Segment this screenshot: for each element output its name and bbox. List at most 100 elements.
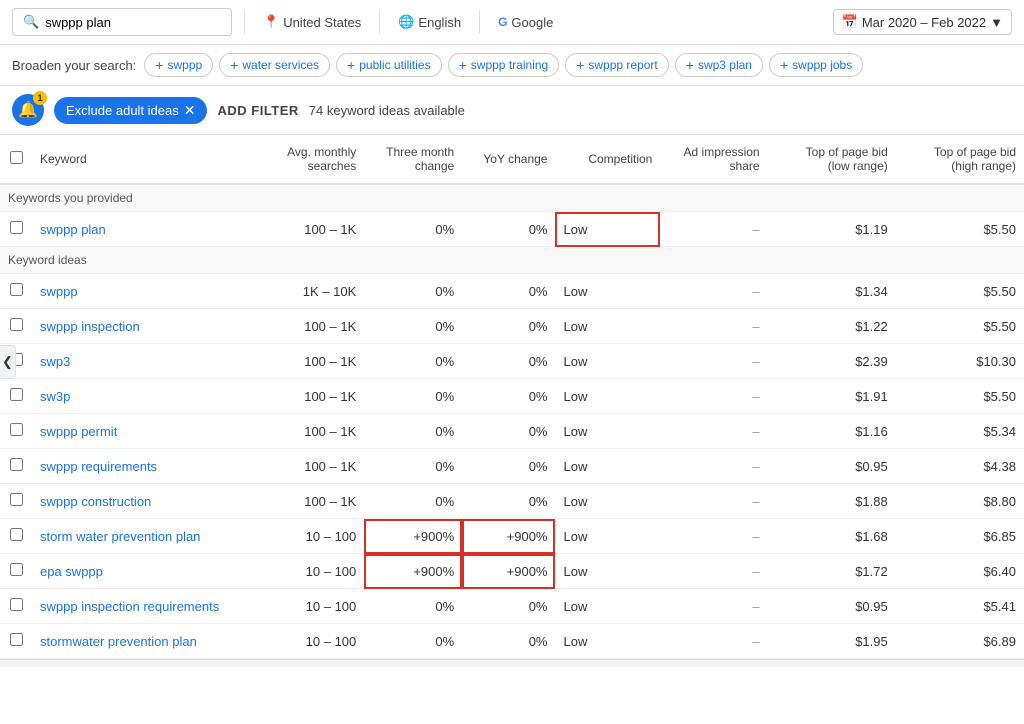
broaden-chip-swppp-training[interactable]: + swppp training: [448, 53, 560, 77]
row-checkbox[interactable]: [10, 493, 23, 506]
broaden-chip-swppp-jobs[interactable]: + swppp jobs: [769, 53, 863, 77]
competition-cell: Low: [555, 344, 660, 379]
search-engine-selector[interactable]: G Google: [492, 11, 559, 34]
row-checkbox-cell[interactable]: [0, 309, 32, 344]
competition-cell: Low: [555, 484, 660, 519]
bell-badge: 1: [33, 91, 47, 105]
avg-monthly-cell: 100 – 1K: [265, 484, 364, 519]
row-checkbox-cell[interactable]: [0, 379, 32, 414]
row-checkbox-cell[interactable]: [0, 589, 32, 624]
row-checkbox[interactable]: [10, 221, 23, 234]
keyword-cell: epa swppp: [32, 554, 265, 589]
col-header-three-month: Three monthchange: [364, 135, 462, 184]
avg-monthly-cell: 100 – 1K: [265, 309, 364, 344]
row-checkbox[interactable]: [10, 528, 23, 541]
yoy-cell: 0%: [462, 309, 555, 344]
broaden-chip-swppp[interactable]: + swppp: [144, 53, 213, 77]
ad-impression-cell: –: [660, 554, 767, 589]
keyword-cell: swppp inspection requirements: [32, 589, 265, 624]
competition-cell: Low: [555, 309, 660, 344]
keywords-count: 74 keyword ideas available: [309, 103, 465, 118]
date-range-label: Mar 2020 – Feb 2022: [862, 15, 986, 30]
language-icon: 🌐: [398, 14, 414, 30]
row-checkbox-cell[interactable]: [0, 624, 32, 659]
row-checkbox[interactable]: [10, 598, 23, 611]
table-row: sw3p100 – 1K0%0%Low–$1.91$5.50: [0, 379, 1024, 414]
row-checkbox-cell[interactable]: [0, 484, 32, 519]
add-filter-button[interactable]: ADD FILTER: [217, 103, 298, 118]
scroll-bar[interactable]: [0, 659, 1024, 667]
broaden-chip-public-utilities[interactable]: + public utilities: [336, 53, 442, 77]
location-icon: 📍: [263, 14, 279, 30]
row-checkbox[interactable]: [10, 423, 23, 436]
three-month-cell: +900%: [364, 519, 462, 554]
chip-label: swppp training: [471, 58, 548, 72]
row-checkbox[interactable]: [10, 283, 23, 296]
top-high-cell: $6.89: [896, 624, 1024, 659]
chip-label: swp3 plan: [698, 58, 752, 72]
row-checkbox-cell[interactable]: [0, 449, 32, 484]
notification-bell[interactable]: 🔔 1: [12, 94, 44, 126]
search-input[interactable]: [45, 15, 205, 30]
table-row: swppp plan100 – 1K0%0%Low–$1.19$5.50: [0, 212, 1024, 247]
filter-bar: 🔔 1 Exclude adult ideas ✕ ADD FILTER 74 …: [0, 86, 1024, 135]
top-low-cell: $2.39: [768, 344, 896, 379]
row-checkbox-cell[interactable]: [0, 414, 32, 449]
row-checkbox[interactable]: [10, 388, 23, 401]
competition-cell: Low: [555, 212, 660, 247]
top-low-cell: $1.34: [768, 274, 896, 309]
row-checkbox-cell[interactable]: [0, 274, 32, 309]
three-month-cell: 0%: [364, 212, 462, 247]
ad-impression-cell: –: [660, 274, 767, 309]
yoy-cell: 0%: [462, 449, 555, 484]
three-month-cell: 0%: [364, 344, 462, 379]
row-checkbox[interactable]: [10, 563, 23, 576]
table-row: swppp inspection100 – 1K0%0%Low–$1.22$5.…: [0, 309, 1024, 344]
avg-monthly-cell: 10 – 100: [265, 554, 364, 589]
ad-impression-cell: –: [660, 624, 767, 659]
chip-label: swppp report: [588, 58, 657, 72]
language-selector[interactable]: 🌐 English: [392, 10, 467, 34]
top-high-cell: $5.50: [896, 309, 1024, 344]
yoy-cell: 0%: [462, 589, 555, 624]
location-selector[interactable]: 📍 United States: [257, 10, 367, 34]
top-high-cell: $6.40: [896, 554, 1024, 589]
sidebar-toggle[interactable]: ❮: [0, 345, 16, 379]
competition-cell: Low: [555, 589, 660, 624]
row-checkbox-cell[interactable]: [0, 554, 32, 589]
ad-impression-cell: –: [660, 379, 767, 414]
close-icon: ✕: [184, 102, 196, 119]
top-low-cell: $1.95: [768, 624, 896, 659]
ad-impression-cell: –: [660, 484, 767, 519]
col-header-keyword: Keyword: [32, 135, 265, 184]
section-header-row: Keyword ideas: [0, 247, 1024, 274]
top-low-cell: $1.22: [768, 309, 896, 344]
divider: [244, 10, 245, 34]
checkbox-header[interactable]: [0, 135, 32, 184]
broaden-chip-swp3-plan[interactable]: + swp3 plan: [675, 53, 763, 77]
top-low-cell: $1.68: [768, 519, 896, 554]
exclude-adult-button[interactable]: Exclude adult ideas ✕: [54, 97, 207, 124]
ad-impression-cell: –: [660, 414, 767, 449]
top-high-cell: $5.34: [896, 414, 1024, 449]
top-high-cell: $10.30: [896, 344, 1024, 379]
select-all-checkbox[interactable]: [10, 151, 23, 164]
row-checkbox-cell[interactable]: [0, 519, 32, 554]
broaden-chip-water-services[interactable]: + water services: [219, 53, 330, 77]
table-row: swppp1K – 10K0%0%Low–$1.34$5.50: [0, 274, 1024, 309]
top-low-cell: $1.16: [768, 414, 896, 449]
row-checkbox[interactable]: [10, 318, 23, 331]
keywords-table-container: Keyword Avg. monthlysearches Three month…: [0, 135, 1024, 659]
section-header-row: Keywords you provided: [0, 184, 1024, 212]
row-checkbox-cell[interactable]: [0, 212, 32, 247]
avg-monthly-cell: 10 – 100: [265, 519, 364, 554]
col-header-yoy: YoY change: [462, 135, 555, 184]
search-box[interactable]: 🔍: [12, 8, 232, 36]
date-range-selector[interactable]: 📅 Mar 2020 – Feb 2022 ▼: [833, 9, 1012, 35]
three-month-cell: 0%: [364, 379, 462, 414]
plus-icon: +: [576, 57, 584, 73]
row-checkbox[interactable]: [10, 458, 23, 471]
competition-cell: Low: [555, 414, 660, 449]
broaden-chip-swppp-report[interactable]: + swppp report: [565, 53, 669, 77]
row-checkbox[interactable]: [10, 633, 23, 646]
